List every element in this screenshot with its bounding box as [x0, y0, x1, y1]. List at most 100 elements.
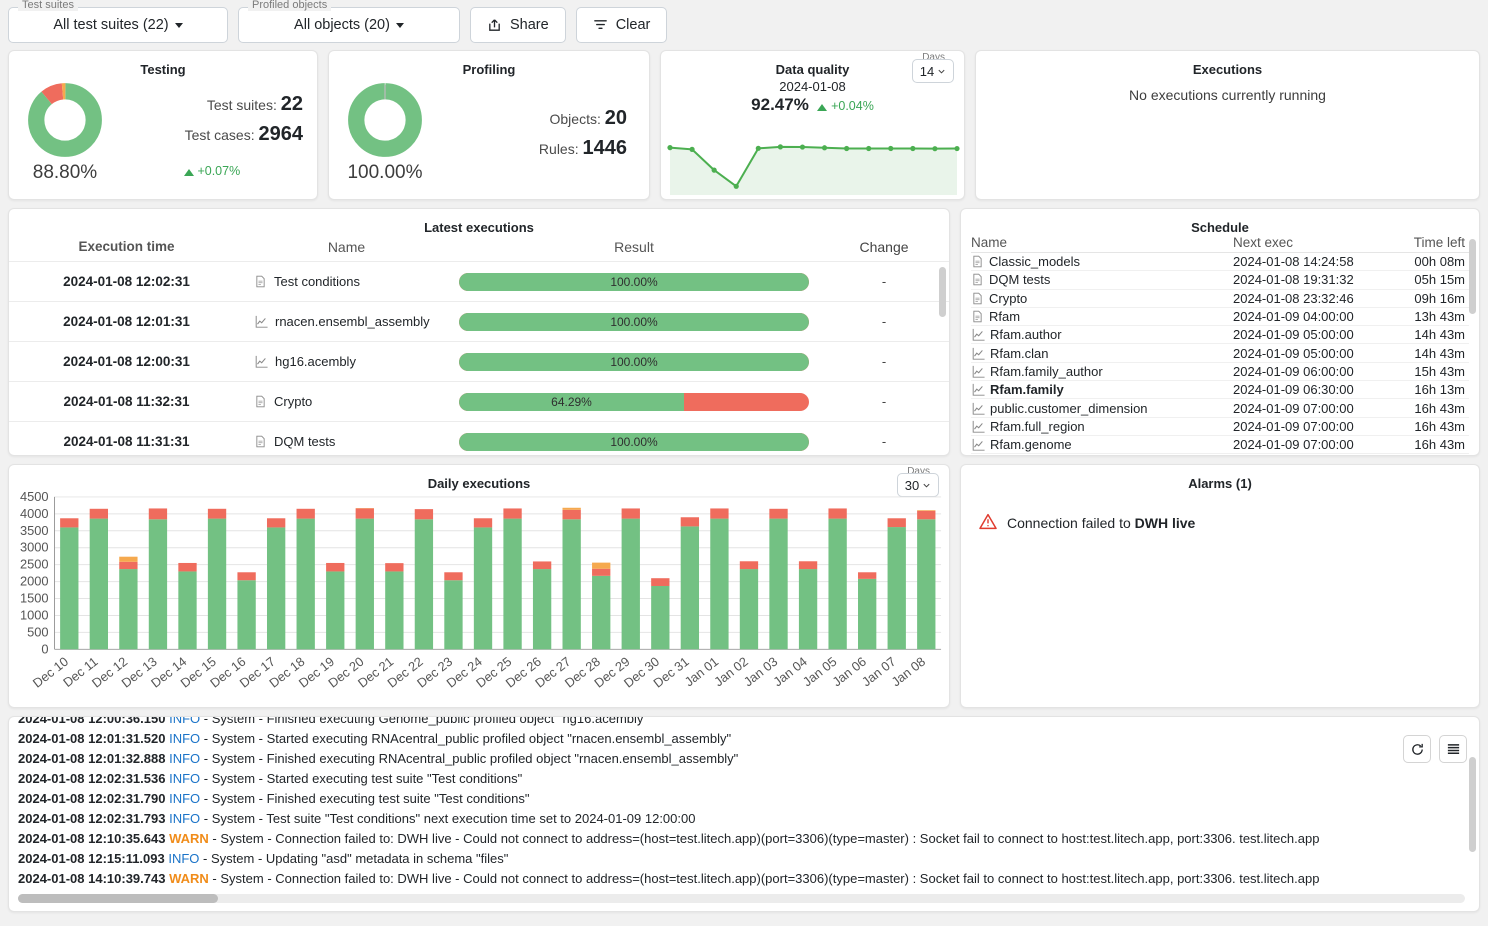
svg-text:0: 0 — [41, 641, 48, 656]
row-result: 100.00% — [449, 432, 819, 451]
log-timestamp: 2024-01-08 12:10:35.643 — [18, 831, 166, 846]
profiling-objects-label: Objects: — [549, 111, 601, 127]
list-item[interactable]: Rfam.author 2024-01-09 05:00:00 14h 43m — [971, 326, 1469, 345]
log-horizontal-scroll-track[interactable] — [18, 894, 1465, 903]
bar-segment-passed — [237, 580, 256, 650]
testing-cases-row: Test cases: 2964 — [121, 119, 303, 149]
log-level: INFO — [169, 811, 201, 826]
log-lines-container[interactable]: 2024-01-08 12:00:36.150 INFO - System - … — [18, 717, 1465, 887]
clear-button[interactable]: Clear — [575, 7, 668, 43]
list-item[interactable]: Rfam.family 2024-01-09 06:30:00 16h 13m — [971, 381, 1469, 400]
table-row[interactable]: 2024-01-08 11:31:31 DQM tests 100.00% - — [9, 421, 949, 455]
chevron-down-icon — [938, 69, 945, 74]
schedule-next-exec: 2024-01-09 06:00:00 — [1233, 363, 1354, 379]
profiled-objects-select[interactable]: Profiled objects All objects (20) — [238, 0, 460, 43]
log-line: 2024-01-08 12:02:31.790 INFO - System - … — [18, 789, 1465, 809]
document-icon — [256, 435, 265, 448]
refresh-button[interactable] — [1403, 735, 1431, 763]
list-item[interactable]: Rfam.full_region 2024-01-09 07:00:00 16h 4… — [971, 418, 1469, 436]
share-label: Share — [510, 17, 549, 33]
row-name: hg16.acembly — [244, 354, 449, 369]
document-icon — [973, 310, 982, 323]
column-header-execution-time: Execution time — [78, 239, 175, 254]
daily-executions-title: Daily executions — [427, 476, 531, 491]
testing-cases-value: 2964 — [258, 122, 304, 145]
schedule-name-label: Rfam.family_author — [990, 363, 1103, 379]
bar-segment-passed — [798, 569, 818, 650]
schedule-name: DQM tests — [971, 272, 1233, 287]
profiling-objects-row: Objects: 20 — [441, 103, 628, 133]
svg-text:3000: 3000 — [20, 540, 49, 555]
bar-segment-passed — [503, 518, 522, 650]
test-suites-select[interactable]: Test suites All test suites (22) — [8, 0, 228, 43]
list-item[interactable]: Rfam.family_author 2024-01-09 06:00:00 15h… — [971, 363, 1469, 382]
log-level: INFO — [169, 771, 201, 786]
share-button[interactable]: Share — [470, 7, 566, 43]
log-timestamp: 2024-01-08 12:02:31.790 — [18, 791, 166, 806]
log-menu-button[interactable] — [1439, 735, 1467, 763]
schedule-time-left: 16h 43m — [1414, 400, 1465, 416]
testing-cases-label: Test cases: — [184, 126, 255, 143]
bar-segment-failed — [739, 561, 759, 570]
row-execution-time: 2024-01-08 12:01:31 — [63, 314, 190, 329]
chevron-down-icon — [174, 22, 183, 28]
data-quality-card: Data quality Days 14 2024-01-08 92.47% +… — [660, 50, 965, 200]
log-toolbar — [1403, 735, 1467, 763]
schedule-scrollbar[interactable] — [1469, 239, 1476, 314]
alarm-item[interactable]: Connection failed to DWH live — [961, 491, 1479, 533]
quality-days-select[interactable]: 14 — [912, 59, 954, 83]
schedule-time-left: 16h 43m — [1414, 437, 1465, 453]
executions-empty-text: No executions currently running — [1129, 87, 1326, 103]
testing-suites-value: 22 — [280, 92, 303, 115]
bar-segment-failed — [680, 517, 700, 527]
bar-segment-passed — [621, 518, 640, 650]
bar-segment-failed — [178, 562, 197, 572]
list-item[interactable]: Rfam.clan 2024-01-09 05:00:00 14h 43m — [971, 344, 1469, 363]
bar-segment-failed — [562, 509, 581, 520]
daily-executions-bar-chart: 050010001500200025003000350040004500Dec … — [20, 491, 942, 691]
schedule-name-label: Classic_models — [989, 254, 1081, 270]
table-row[interactable]: 2024-01-08 12:00:31 hg16.acembly 100.00% - — [9, 341, 949, 381]
row-change: - — [881, 394, 887, 409]
bar-segment-failed — [89, 508, 109, 519]
list-item[interactable]: Crypto 2024-01-08 23:32:46 09h 16m — [971, 290, 1469, 308]
bar-segment-failed — [858, 572, 877, 579]
latest-executions-scrollbar[interactable] — [939, 267, 946, 317]
chart-alarms-row: Daily executions Days 30 0 500 1000 1500 200… — [0, 456, 1488, 708]
log-vertical-scrollbar[interactable] — [1469, 757, 1476, 852]
bar-segment-failed — [444, 572, 463, 581]
list-item[interactable]: Rfam.genome 2024-01-09 07:00:00 16h 43m — [971, 436, 1469, 455]
bar-segment-passed — [296, 518, 315, 650]
bar-segment-passed — [385, 571, 404, 650]
alarms-list: Connection failed to DWH live — [961, 491, 1479, 533]
table-row[interactable]: 2024-01-08 12:01:31 rnacen.ensembl_assemb… — [9, 301, 949, 341]
quality-percent: 92.47% — [751, 95, 809, 114]
schedule-name: Rfam.clan — [971, 346, 1233, 361]
list-item[interactable]: public.customer_dimension 2024-01-09 07:0… — [971, 399, 1469, 418]
list-item[interactable]: DQM tests 2024-01-08 19:31:32 05h 15m — [971, 271, 1469, 290]
schedule-time-left: 13h 43m — [1414, 309, 1465, 325]
bar-segment-warning — [592, 562, 611, 569]
row-result: 64.29% — [449, 392, 819, 411]
table-row[interactable]: 2024-01-08 11:32:31 Crypto 64.29% - — [9, 381, 949, 421]
schedule-name: Rfam.family_author — [971, 364, 1233, 379]
schedule-name: public.customer_dimension — [971, 401, 1233, 416]
schedule-name-label: Crypto — [989, 290, 1028, 306]
list-item[interactable]: Classic_models 2024-01-08 14:24:58 00h 08m — [971, 253, 1469, 272]
list-item[interactable]: Rfam 2024-01-09 04:00:00 13h 43m — [971, 308, 1469, 327]
chart-icon — [972, 420, 985, 433]
schedule-name: Rfam.author — [971, 327, 1233, 342]
schedule-next-exec: 2024-01-09 04:00:00 — [1233, 309, 1354, 325]
chart-icon — [972, 384, 985, 396]
log-panel: 2024-01-08 12:00:36.150 INFO - System - … — [8, 716, 1480, 912]
svg-text:4000: 4000 — [20, 506, 49, 521]
bar-segment-passed — [89, 518, 109, 650]
table-row[interactable]: 2024-01-08 12:02:31 Test conditions 100.00… — [9, 261, 949, 301]
bar-segment-failed — [473, 518, 493, 528]
log-horizontal-scroll-thumb[interactable] — [18, 894, 218, 903]
bar-segment-passed — [562, 519, 581, 650]
schedule-next-exec: 2024-01-08 14:24:58 — [1233, 254, 1354, 270]
executions-title: Executions — [1192, 62, 1263, 77]
trend-up-icon — [183, 168, 194, 176]
log-timestamp: 2024-01-08 12:02:31.793 — [18, 811, 166, 826]
